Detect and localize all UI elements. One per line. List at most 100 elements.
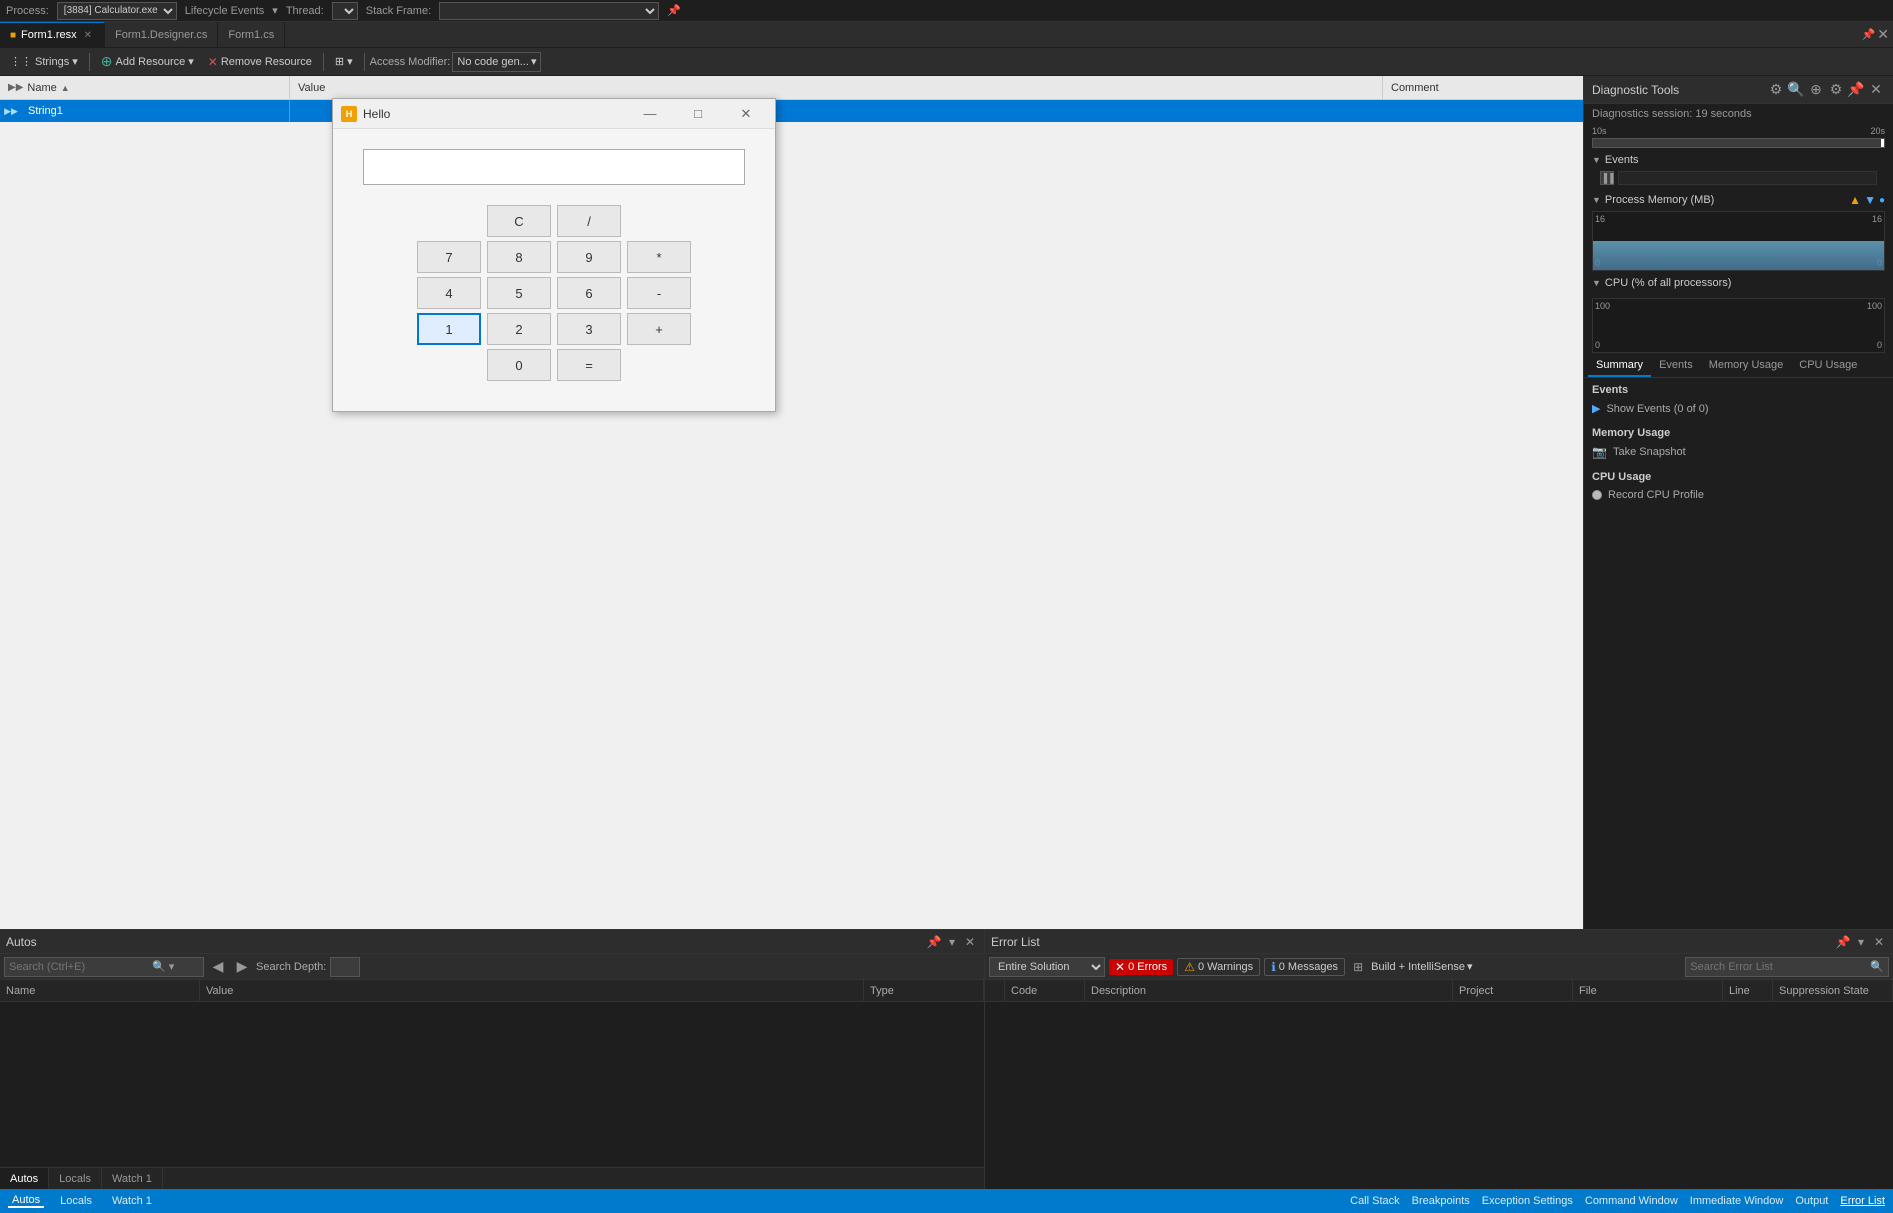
- diag-memory-content: Memory Usage 📷 Take Snapshot: [1592, 427, 1885, 461]
- autos-back-btn[interactable]: ◀: [208, 957, 228, 977]
- process-memory-arrow: ▼: [1592, 195, 1601, 205]
- calc-display[interactable]: [363, 149, 745, 185]
- autos-close-btn[interactable]: ✕: [962, 934, 978, 950]
- warnings-badge[interactable]: ⚠ 0 Warnings: [1177, 958, 1260, 976]
- calc-close-btn[interactable]: ✕: [723, 99, 769, 129]
- autos-search-dropdown[interactable]: ▾: [169, 960, 175, 973]
- error-search-box: 🔍: [1685, 957, 1889, 977]
- diag-zoom-btn[interactable]: ⊕: [1807, 81, 1825, 99]
- diag-settings-btn[interactable]: ⚙: [1827, 81, 1845, 99]
- status-tab-call-stack[interactable]: Call Stack: [1350, 1195, 1400, 1207]
- autos-depth-input[interactable]: [330, 957, 360, 977]
- expand-icon: ▶▶: [8, 82, 23, 93]
- stack-frame-select[interactable]: [439, 2, 659, 20]
- process-select[interactable]: [3884] Calculator.exe: [57, 2, 177, 20]
- record-cpu-item[interactable]: Record CPU Profile: [1592, 487, 1885, 503]
- add-resource-button[interactable]: ⊕ Add Resource ▾: [95, 51, 200, 72]
- calc-btn-2[interactable]: 2: [487, 313, 551, 345]
- tab-form1-resx-close[interactable]: ✕: [82, 29, 94, 42]
- view-button[interactable]: ⊞ ▾: [329, 53, 359, 70]
- diag-tab-summary[interactable]: Summary: [1588, 355, 1651, 377]
- resource-row-0[interactable]: ▶▶ String1: [0, 100, 1583, 122]
- calc-btn-div[interactable]: /: [557, 205, 621, 237]
- status-tab-error-list[interactable]: Error List: [1840, 1195, 1885, 1207]
- tab-form1-cs[interactable]: Form1.cs: [218, 22, 285, 47]
- calc-restore-btn[interactable]: □: [675, 99, 721, 129]
- strings-button[interactable]: ⋮⋮ Strings ▾: [4, 53, 84, 70]
- cpu-header[interactable]: ▼ CPU (% of all processors): [1592, 277, 1885, 289]
- calc-btn-eq[interactable]: =: [557, 349, 621, 381]
- pin-icon: 📌: [667, 4, 681, 17]
- mem-circle-icon[interactable]: ●: [1879, 195, 1885, 206]
- status-tab-breakpoints[interactable]: Breakpoints: [1412, 1195, 1470, 1207]
- calc-btn-9[interactable]: 9: [557, 241, 621, 273]
- main-layout: ▶▶ Name ▲ Value Comment ▶▶ String1: [0, 76, 1893, 929]
- tab-form1-designer-label: Form1.Designer.cs: [115, 29, 207, 41]
- status-tab-watch1[interactable]: Watch 1: [108, 1195, 156, 1207]
- autos-forward-btn[interactable]: ▶: [232, 957, 252, 977]
- diag-close-btn[interactable]: ✕: [1867, 81, 1885, 99]
- mem-filter-icon[interactable]: ▲: [1849, 193, 1861, 207]
- error-scope-dropdown[interactable]: Entire Solution Current Project Open Doc…: [989, 957, 1105, 977]
- timeline-tick-10s: 10s: [1592, 126, 1607, 136]
- calc-btn-c[interactable]: C: [487, 205, 551, 237]
- error-dropdown-btn[interactable]: ▾: [1853, 934, 1869, 950]
- diag-tab-events[interactable]: Events: [1651, 355, 1701, 377]
- status-tab-exception-settings[interactable]: Exception Settings: [1482, 1195, 1573, 1207]
- mem-sort-icon[interactable]: ▼: [1864, 193, 1876, 207]
- messages-badge[interactable]: ℹ 0 Messages: [1264, 958, 1345, 976]
- resource-editor: ▶▶ Name ▲ Value Comment ▶▶ String1: [0, 76, 1583, 929]
- status-tab-command-window[interactable]: Command Window: [1585, 1195, 1678, 1207]
- autos-tabs: Autos Locals Watch 1: [0, 1167, 984, 1189]
- status-tab-autos[interactable]: Autos: [8, 1194, 44, 1208]
- autos-tab-watch1[interactable]: Watch 1: [102, 1168, 163, 1189]
- take-snapshot-item[interactable]: 📷 Take Snapshot: [1592, 443, 1885, 461]
- calc-btn-5[interactable]: 5: [487, 277, 551, 309]
- timeline-bar[interactable]: [1592, 138, 1885, 148]
- autos-dropdown-btn[interactable]: ▾: [944, 934, 960, 950]
- autos-pin-btn[interactable]: 📌: [926, 934, 942, 950]
- error-header-buttons: 📌 ▾ ✕: [1835, 934, 1887, 950]
- calc-btn-3[interactable]: 3: [557, 313, 621, 345]
- status-tab-locals[interactable]: Locals: [56, 1195, 96, 1207]
- autos-tab-locals[interactable]: Locals: [49, 1168, 102, 1189]
- calc-btn-1[interactable]: 1: [417, 313, 481, 345]
- events-timeline-bar: [1618, 171, 1877, 185]
- autos-tab-autos[interactable]: Autos: [0, 1168, 49, 1189]
- calc-minimize-btn[interactable]: —: [627, 99, 673, 129]
- error-close-btn[interactable]: ✕: [1871, 934, 1887, 950]
- status-tab-immediate-window[interactable]: Immediate Window: [1690, 1195, 1784, 1207]
- calc-btn-8[interactable]: 8: [487, 241, 551, 273]
- show-events-item[interactable]: ▶ Show Events (0 of 0): [1592, 400, 1885, 417]
- remove-resource-button[interactable]: ✕ Remove Resource: [202, 53, 318, 71]
- diag-search-btn[interactable]: 🔍: [1787, 81, 1805, 99]
- calc-btn-7[interactable]: 7: [417, 241, 481, 273]
- calc-btn-add[interactable]: +: [627, 313, 691, 345]
- memory-bar: [1593, 241, 1884, 270]
- tab-bar-pin[interactable]: 📌: [1862, 28, 1876, 41]
- calc-btn-sub[interactable]: -: [627, 277, 691, 309]
- tab-bar-close[interactable]: ✕: [1877, 26, 1889, 43]
- access-modifier-dropdown[interactable]: No code gen... ▾: [452, 52, 541, 72]
- diag-gear-btn[interactable]: ⚙: [1767, 81, 1785, 99]
- calc-btn-0[interactable]: 0: [487, 349, 551, 381]
- status-tab-output[interactable]: Output: [1795, 1195, 1828, 1207]
- events-section-header[interactable]: ▼ Events: [1592, 154, 1885, 166]
- calc-btn-mul[interactable]: *: [627, 241, 691, 273]
- calc-btn-6[interactable]: 6: [557, 277, 621, 309]
- diag-tab-memory-usage[interactable]: Memory Usage: [1701, 355, 1792, 377]
- autos-search-input[interactable]: [9, 961, 149, 973]
- tab-form1-resx[interactable]: ■ Form1.resx ✕: [0, 22, 105, 47]
- error-search-input[interactable]: [1690, 961, 1870, 973]
- tab-form1-designer[interactable]: Form1.Designer.cs: [105, 22, 218, 47]
- errors-badge[interactable]: ✕ 0 Errors: [1109, 959, 1173, 975]
- thread-select[interactable]: [332, 2, 358, 20]
- status-tabs-left: Autos Locals Watch 1: [8, 1194, 156, 1208]
- diag-tab-cpu-usage[interactable]: CPU Usage: [1791, 355, 1865, 377]
- error-pin-btn[interactable]: 📌: [1835, 934, 1851, 950]
- warnings-count-label: 0 Warnings: [1198, 961, 1253, 973]
- calc-btn-4[interactable]: 4: [417, 277, 481, 309]
- diag-pin-btn[interactable]: 📌: [1847, 81, 1865, 99]
- build-intellisense-dropdown[interactable]: Build + IntelliSense ▾: [1371, 960, 1472, 973]
- error-panel-header: Error List 📌 ▾ ✕: [985, 930, 1893, 954]
